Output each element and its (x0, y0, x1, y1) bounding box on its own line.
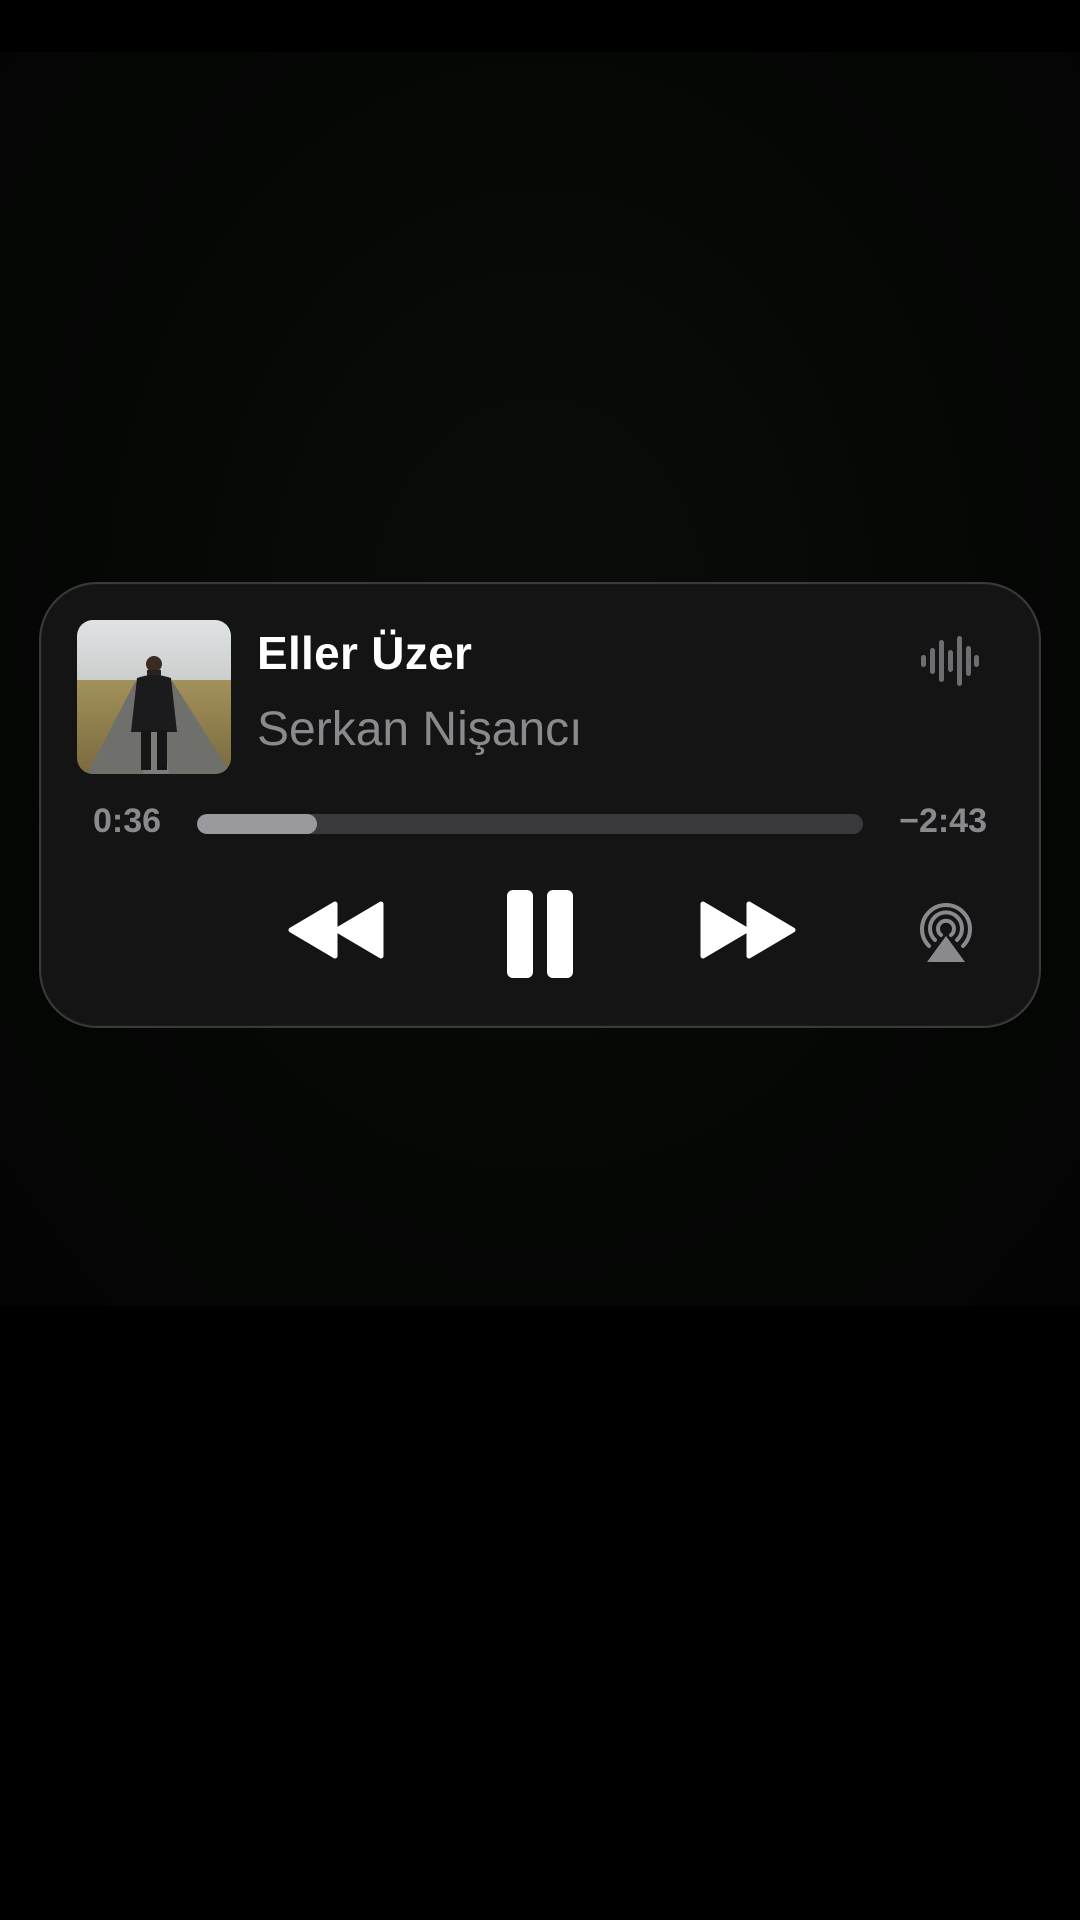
airplay-icon (920, 903, 972, 962)
fast-forward-icon (700, 901, 796, 959)
remaining-time: −2:43 (899, 802, 987, 840)
track-title: Eller Üzer (257, 627, 473, 679)
airplay-button[interactable] (915, 902, 977, 964)
now-playing-widget: Eller Üzer Serkan Nişancı 0:36 −2:43 (39, 582, 1041, 1028)
progress-scrubber[interactable] (197, 814, 863, 834)
elapsed-time: 0:36 (93, 802, 162, 840)
rewind-button[interactable] (287, 900, 387, 960)
fast-forward-button[interactable] (697, 900, 797, 960)
rewind-icon (288, 901, 384, 959)
lock-screen: Eller Üzer Serkan Nişancı 0:36 −2:43 (0, 0, 1080, 1920)
album-artwork[interactable] (77, 620, 231, 774)
waveform-icon (921, 636, 979, 686)
pause-icon (507, 890, 573, 978)
progress-fill (197, 814, 317, 834)
pause-button[interactable] (505, 888, 575, 980)
track-artist: Serkan Nişancı (257, 703, 583, 756)
